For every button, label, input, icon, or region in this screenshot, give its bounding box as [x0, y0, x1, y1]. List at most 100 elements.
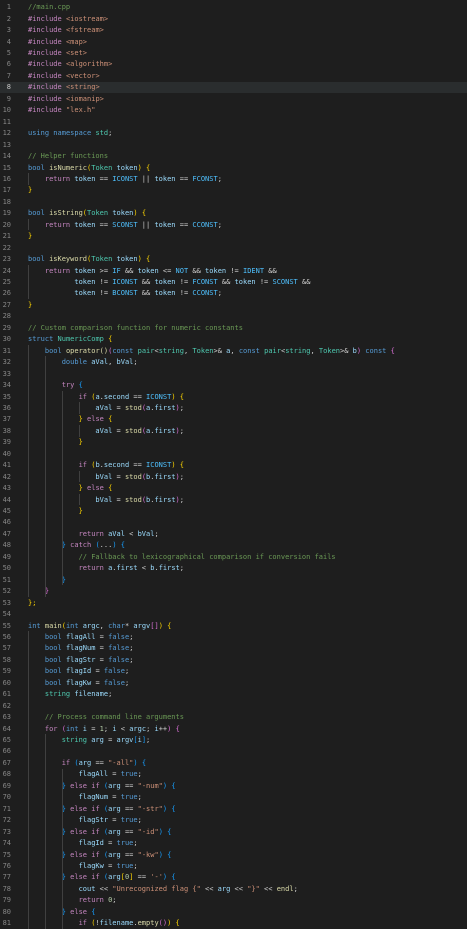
code-line[interactable]: 43 } else { [0, 482, 467, 493]
code-line[interactable]: 19 bool isString(Token token) { [0, 208, 467, 219]
code-line[interactable]: 18 [0, 196, 467, 207]
code-line[interactable]: 75 } else if (arg == "-kw") { [0, 849, 467, 860]
code-line[interactable]: 9 #include <iomanip> [0, 93, 467, 104]
code-line[interactable]: 22 [0, 242, 467, 253]
code-line[interactable]: 65 string arg = argv[i]; [0, 734, 467, 745]
code-line[interactable]: 33 [0, 368, 467, 379]
code-line[interactable]: 60 bool flagKw = false; [0, 677, 467, 688]
code-line[interactable]: 41 if (b.second == ICONST) { [0, 460, 467, 471]
code-line[interactable]: 70 flagNum = true; [0, 792, 467, 803]
line-number: 42 [2, 472, 11, 481]
line-code: } [11, 576, 66, 584]
code-line[interactable]: 50 return a.first < b.first; [0, 563, 467, 574]
code-line[interactable]: 36 aVal = stod(a.first); [0, 402, 467, 413]
code-line[interactable]: 7 #include <vector> [0, 70, 467, 81]
line-number: 41 [2, 461, 11, 470]
code-line[interactable]: 48 } catch (...) { [0, 540, 467, 551]
code-line[interactable]: 68 flagAll = true; [0, 769, 467, 780]
code-line[interactable]: 39 } [0, 437, 467, 448]
code-line[interactable]: 57 bool flagNum = false; [0, 643, 467, 654]
code-line[interactable]: 56 bool flagAll = false; [0, 631, 467, 642]
code-line[interactable]: 3 #include <fstream> [0, 24, 467, 35]
code-editor[interactable]: 1//main.cpp 2 #include <iostream> 3 #include… [0, 0, 467, 929]
code-line[interactable]: 59 bool flagId = false; [0, 666, 467, 677]
code-line[interactable]: 20 return token == SCONST || token == CC… [0, 219, 467, 230]
code-line[interactable]: 72 flagStr = true; [0, 814, 467, 825]
code-token: stod [124, 472, 142, 481]
code-line[interactable]: 26 token != BCONST && token != CCONST; [0, 288, 467, 299]
code-line[interactable]: 81 if (!filename.empty()) { [0, 918, 467, 929]
code-token: ; [137, 793, 142, 802]
code-token: && [137, 289, 155, 298]
code-line[interactable]: 46 [0, 517, 467, 528]
code-line[interactable]: 31 bool operator()(const pair<string, To… [0, 345, 467, 356]
line-code: return token >= IF && token <= NOT && to… [11, 267, 277, 275]
code-line[interactable]: 42 bVal = stod(b.first); [0, 471, 467, 482]
code-line[interactable]: 29 // Custom comparison function for nume… [0, 322, 467, 333]
code-line[interactable]: 63 // Process command line arguments [0, 711, 467, 722]
code-line[interactable]: 8 #include <string> [0, 81, 467, 94]
code-line[interactable]: 25 token != ICONST && token != FCONST &&… [0, 276, 467, 287]
line-number: 7 [6, 71, 11, 80]
code-line[interactable]: 16 return token == ICONST || token == FC… [0, 173, 467, 184]
code-line[interactable]: 44 bVal = stod(b.first); [0, 494, 467, 505]
code-line[interactable]: 10 #include "lex.h" [0, 105, 467, 116]
code-line[interactable]: 21} [0, 231, 467, 242]
code-line[interactable]: 67 if (arg == "-all") { [0, 757, 467, 768]
code-token: token [28, 278, 96, 287]
code-token: argc [129, 724, 147, 733]
code-line[interactable]: 4 #include <map> [0, 36, 467, 47]
code-line[interactable]: 15 bool isNumeric(Token token) { [0, 162, 467, 173]
code-line[interactable]: 12 using namespace std; [0, 127, 467, 138]
code-line[interactable]: 71 } else if (arg == "-str") { [0, 803, 467, 814]
code-line[interactable]: 53}; [0, 597, 467, 608]
code-line[interactable]: 24 return token >= IF && token <= NOT &&… [0, 265, 467, 276]
code-line[interactable]: 5 #include <set> [0, 47, 467, 58]
code-line[interactable]: 1 //main.cpp [0, 2, 467, 13]
code-line[interactable]: 74 flagId = true; [0, 837, 467, 848]
code-line[interactable]: 28 [0, 311, 467, 322]
code-line[interactable]: 80 } else { [0, 906, 467, 917]
code-line[interactable]: 61 string filename; [0, 689, 467, 700]
code-line[interactable]: 76 flagKw = true; [0, 860, 467, 871]
code-line[interactable]: 17} [0, 185, 467, 196]
code-line[interactable]: 13 [0, 139, 467, 150]
code-line[interactable]: 2 #include <iostream> [0, 13, 467, 24]
code-line[interactable]: 38 aVal = stod(a.first); [0, 425, 467, 436]
code-token: #include [28, 26, 66, 35]
code-line[interactable]: 35 if (a.second == ICONST) { [0, 391, 467, 402]
code-line[interactable]: 45 } [0, 505, 467, 516]
code-line[interactable]: 32 double aVal, bVal; [0, 356, 467, 367]
code-line[interactable]: 27} [0, 299, 467, 310]
code-line[interactable]: 51 } [0, 574, 467, 585]
code-line[interactable]: 52 } [0, 585, 467, 596]
line-code: #include <vector> [11, 72, 100, 80]
code-line[interactable]: 54 [0, 608, 467, 619]
code-token: { [390, 346, 395, 355]
code-line[interactable]: 14 // Helper functions [0, 150, 467, 161]
line-code: if (a.second == ICONST) { [11, 393, 184, 401]
code-line[interactable]: 62 [0, 700, 467, 711]
code-line[interactable]: 6 #include <algorithm> [0, 59, 467, 70]
code-line[interactable]: 49 // Fallback to lexicographical compar… [0, 551, 467, 562]
code-line[interactable]: 11 [0, 116, 467, 127]
code-line[interactable]: 58 bool flagStr = false; [0, 654, 467, 665]
line-number: 46 [2, 518, 11, 527]
code-line[interactable]: 66 [0, 746, 467, 757]
code-token: string [28, 690, 75, 699]
code-line[interactable]: 55 int main(int argc, char* argv[]) { [0, 620, 467, 631]
code-line[interactable]: 79 return 0; [0, 895, 467, 906]
line-number: 17 [2, 186, 11, 195]
line-number: 50 [2, 564, 11, 573]
code-line[interactable]: 64 for (int i = 1; i < argc; i++) { [0, 723, 467, 734]
code-line[interactable]: 37 } else { [0, 414, 467, 425]
code-line[interactable]: 23 bool isKeyword(Token token) { [0, 253, 467, 264]
code-line[interactable]: 47 return aVal < bVal; [0, 528, 467, 539]
code-line[interactable]: 77 } else if (arg[0] == '-') { [0, 872, 467, 883]
code-line[interactable]: 78 cout << "Unrecognized flag {" << arg … [0, 883, 467, 894]
code-line[interactable]: 30 struct NumericComp { [0, 334, 467, 345]
code-line[interactable]: 34 try { [0, 379, 467, 390]
code-line[interactable]: 69 } else if (arg == "-num") { [0, 780, 467, 791]
code-line[interactable]: 73 } else if (arg == "-id") { [0, 826, 467, 837]
code-line[interactable]: 40 [0, 448, 467, 459]
